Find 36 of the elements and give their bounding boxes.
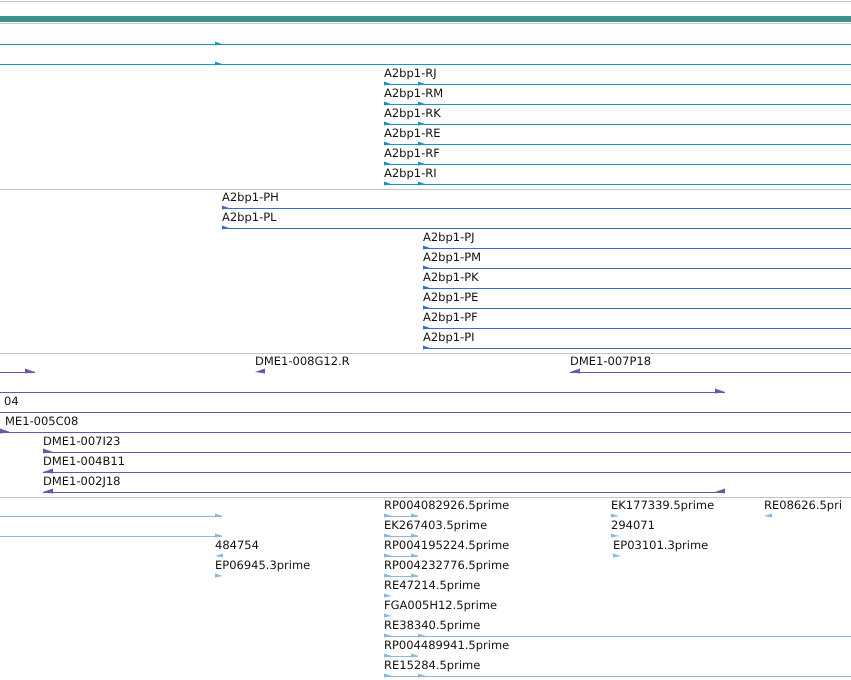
feature-label: A2bp1-PM (423, 250, 482, 264)
feature-label: A2bp1-PK (423, 270, 479, 284)
feature-label: A2bp1-PE (423, 290, 478, 304)
feature-label: A2bp1-RI (384, 166, 437, 180)
feature-label: A2bp1-PF (423, 310, 478, 324)
feature-label: EK177339.5prime (611, 498, 714, 512)
feature-label: RP004082926.5prime (384, 498, 510, 512)
feature-label: RP004489941.5prime (384, 638, 510, 652)
feature-label: A2bp1-RK (384, 106, 441, 120)
feature-label: DME1-007P18 (570, 354, 652, 368)
feature-label: A2bp1-PJ (423, 230, 475, 244)
feature-label: RE08626.5pri (764, 498, 842, 512)
feature-label: EP06945.3prime (215, 558, 310, 572)
feature-label: A2bp1-PI (423, 330, 475, 344)
feature-label: RE15284.5prime (384, 658, 480, 672)
feature-label: DME1-008G12.R (255, 354, 350, 368)
feature-label: A2bp1-RF (384, 146, 440, 160)
feature-label: EK267403.5prime (384, 518, 488, 532)
feature-label: A2bp1-PL (222, 210, 277, 224)
feature-label: RP004195224.5prime (384, 538, 510, 552)
feature-label: DME1-007I23 (43, 434, 120, 448)
feature-label: A2bp1-RM (384, 86, 444, 100)
feature-label: ME1-005C08 (5, 414, 78, 428)
feature-label: DME1-004B11 (43, 454, 125, 468)
feature-label: EP03101.3prime (613, 538, 708, 552)
feature-label: RE38340.5prime (384, 618, 480, 632)
feature-label: DME1-002J18 (43, 474, 120, 488)
feature-label: A2bp1-RJ (384, 66, 437, 80)
feature-label: FGA005H12.5prime (384, 598, 498, 612)
feature-label: A2bp1-RE (384, 126, 441, 140)
feature-label: 04 (4, 394, 19, 408)
feature-label: 484754 (215, 538, 259, 552)
feature-label: RP004232776.5prime (384, 558, 510, 572)
feature-label: RE47214.5prime (384, 578, 480, 592)
feature-label: 294071 (611, 518, 655, 532)
feature-label: A2bp1-PH (222, 190, 279, 204)
